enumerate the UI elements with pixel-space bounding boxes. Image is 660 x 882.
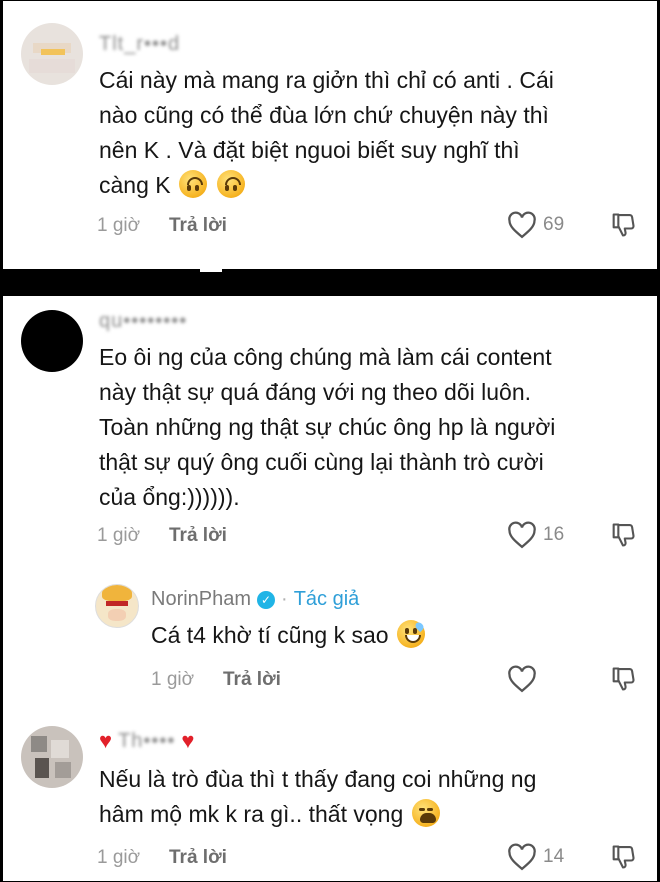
red-heart-icon: ♥ (181, 728, 195, 753)
reply-text-content: Cá t4 khờ tí cũng k sao (151, 622, 389, 648)
like-count: 14 (543, 846, 565, 867)
upside-down-face-emoji (217, 170, 246, 198)
heart-outline-icon (508, 665, 536, 693)
verified-badge-icon: ✓ (257, 590, 276, 609)
like-button[interactable]: 14 (507, 843, 564, 871)
reply-button[interactable]: Trả lời (169, 525, 227, 547)
comment-text: Eo ôi ng của công chúng mà làm cái conte… (99, 344, 556, 510)
comment-time: 1 giờ (97, 847, 141, 868)
dislike-button[interactable] (609, 843, 637, 876)
reply-button[interactable]: Trả lời (223, 669, 281, 691)
reply-text: Cá t4 khờ tí cũng k sao (151, 618, 631, 653)
dislike-button[interactable] (609, 211, 637, 244)
author-name-text: NorinPham (151, 588, 252, 610)
heart-outline-icon (508, 843, 536, 871)
author-username[interactable]: NorinPham ✓ · Tác giả (151, 588, 359, 611)
reply-button[interactable]: Trả lời (169, 215, 227, 237)
like-button[interactable]: 16 (507, 521, 564, 549)
username-row[interactable]: ♥ Th•••• ♥ (99, 728, 194, 754)
dislike-icon (612, 845, 635, 869)
upside-down-face-emoji (179, 170, 207, 198)
author-avatar[interactable] (95, 584, 139, 628)
dislike-button[interactable] (609, 665, 637, 698)
like-count: 69 (543, 214, 565, 235)
comment-text-content: Cái này mà mang ra giởn thì chỉ có anti … (99, 67, 554, 198)
heart-outline-icon (508, 521, 536, 549)
username[interactable]: qu•••••••• (99, 310, 187, 333)
comment-text: Nếu là trò đùa thì t thấy đang coi những… (99, 762, 639, 832)
grinning-sweat-emoji (396, 620, 426, 648)
like-button[interactable] (507, 665, 537, 693)
divider (200, 268, 222, 272)
like-count: 16 (543, 524, 565, 545)
dislike-icon (612, 523, 635, 547)
comment-time: 1 giờ (97, 525, 141, 546)
avatar[interactable] (21, 23, 83, 85)
avatar[interactable] (21, 726, 83, 788)
dislike-icon (612, 667, 635, 691)
reply-button[interactable]: Trả lời (169, 847, 227, 869)
avatar[interactable] (21, 310, 83, 372)
comment-card-2: qu•••••••• Eo ôi ng của công chúng mà là… (2, 295, 658, 882)
like-button[interactable]: 69 (507, 211, 564, 239)
dislike-button[interactable] (609, 521, 637, 554)
comment-text-content: Nếu là trò đùa thì t thấy đang coi những… (99, 766, 537, 827)
dislike-icon (612, 213, 635, 237)
username: Th•••• (118, 729, 176, 752)
comment-text: Cái này mà mang ra giởn thì chỉ có anti … (99, 63, 639, 203)
separator-dot: · (281, 588, 288, 610)
heart-outline-icon (508, 211, 536, 239)
comment-time: 1 giờ (97, 215, 141, 236)
red-heart-icon: ♥ (99, 728, 113, 753)
username[interactable]: Tlt_r•••d (99, 33, 180, 56)
comment-card-1: Tlt_r•••d Cái này mà mang ra giởn thì ch… (2, 0, 658, 270)
reply-time: 1 giờ (151, 669, 195, 690)
author-tag: Tác giả (293, 588, 360, 610)
weary-face-emoji (411, 799, 440, 827)
